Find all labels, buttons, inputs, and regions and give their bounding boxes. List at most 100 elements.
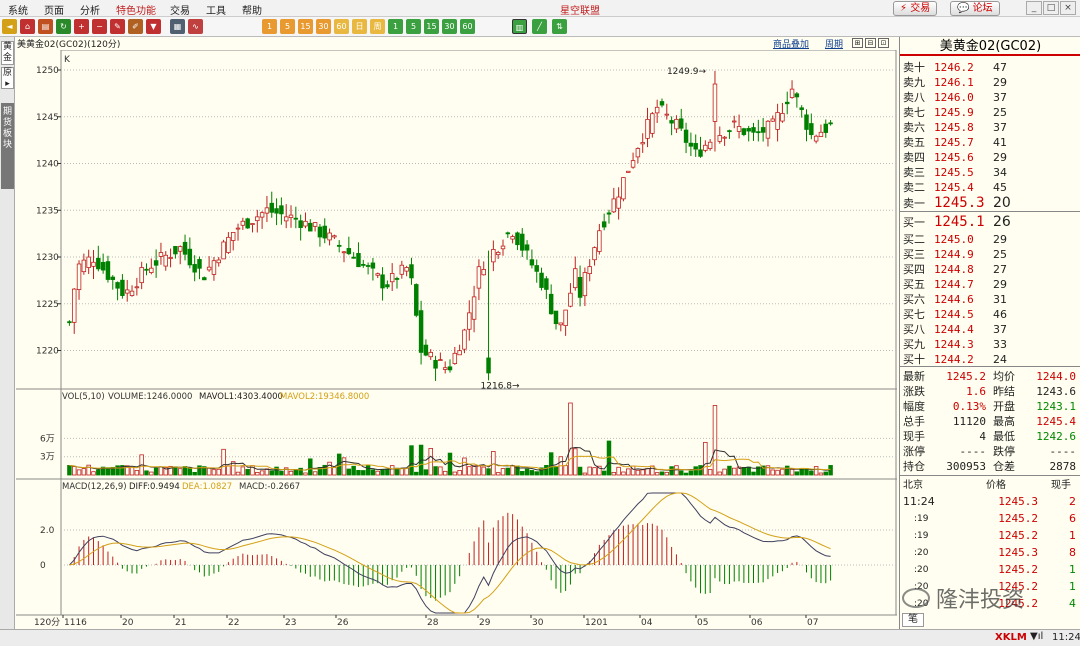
minimize-button[interactable]: _ [1026, 1, 1042, 15]
side-tab-gold[interactable]: 黄金 [1, 41, 14, 65]
tick-qty: 8 [1069, 546, 1076, 559]
ask-row[interactable]: 卖二 1245.4 45 [900, 180, 1080, 195]
zoom-in-icon[interactable]: + [74, 19, 89, 34]
bid-row[interactable]: 买八 1244.4 37 [900, 322, 1080, 337]
overlay-link[interactable]: 商品叠加 [773, 37, 809, 50]
candle-icon[interactable]: ▥ [512, 19, 527, 34]
bid-row[interactable]: 买五 1244.7 29 [900, 277, 1080, 292]
ask-row[interactable]: 卖一 1245.3 20 [900, 196, 1080, 211]
period-button-1[interactable]: 5 [280, 19, 295, 34]
ask-row[interactable]: 卖三 1245.5 34 [900, 165, 1080, 180]
candle-body [780, 113, 785, 122]
menu-help[interactable]: 帮助 [242, 2, 262, 17]
trade-button[interactable]: ⚡ 交易 [893, 1, 938, 16]
tick-row: :19 1245.2 1 [900, 528, 1080, 544]
ask-row[interactable]: 卖十 1246.2 47 [900, 60, 1080, 75]
candle-body [809, 123, 814, 136]
scale-icon[interactable]: ⇅ [552, 19, 567, 34]
forum-button[interactable]: 💬 论坛 [950, 1, 1000, 16]
green-period-60-icon[interactable]: 60 [460, 19, 475, 34]
period-button-0[interactable]: 1 [262, 19, 277, 34]
menu-trade[interactable]: 交易 [170, 2, 190, 17]
home-icon[interactable]: ⌂ [20, 19, 35, 34]
chart-area[interactable]: 1250 1245 1240 1235 1230 1225 1220 K 1249.9→ 1216… [16, 50, 897, 629]
bid-row[interactable]: 买三 1244.9 25 [900, 247, 1080, 262]
green-period-15-icon[interactable]: 15 [424, 19, 439, 34]
dea-line [69, 492, 831, 614]
menu-system[interactable]: 系统 [8, 2, 28, 17]
stat-value: 1245.4 [1036, 415, 1076, 428]
ask-row[interactable]: 卖七 1245.9 25 [900, 105, 1080, 120]
candle-body [568, 292, 573, 307]
ask-row[interactable]: 卖四 1245.6 29 [900, 150, 1080, 165]
pen-icon[interactable]: ✐ [128, 19, 143, 34]
period-link[interactable]: 周期 [825, 37, 843, 50]
bid-row[interactable]: 买一 1245.1 26 [900, 215, 1080, 230]
candle-body [534, 265, 539, 272]
volume-bar [751, 471, 756, 476]
ask-row[interactable]: 卖五 1245.7 41 [900, 135, 1080, 150]
stat-value: 1.6 [966, 385, 986, 398]
draw-icon[interactable]: ✎ [110, 19, 125, 34]
candle-body [120, 279, 125, 296]
bid-row[interactable]: 买六 1244.6 31 [900, 292, 1080, 307]
back-icon[interactable]: ◄ [2, 19, 17, 34]
layout-icon-1[interactable]: ⊞ [852, 38, 863, 48]
bid-row[interactable]: 买七 1244.5 46 [900, 307, 1080, 322]
period-button-3[interactable]: 30 [316, 19, 331, 34]
price-axis-label: 1220 [36, 347, 59, 357]
book-price: 1245.6 [934, 151, 974, 164]
line-icon[interactable]: ╱ [532, 19, 547, 34]
volume-bar [770, 469, 776, 476]
ask-row[interactable]: 卖九 1246.1 29 [900, 75, 1080, 90]
book-volume: 25 [993, 106, 1007, 119]
candle-body [563, 309, 568, 326]
bid-row[interactable]: 买四 1244.8 27 [900, 262, 1080, 277]
zoom-out-icon[interactable]: − [92, 19, 107, 34]
ask-row[interactable]: 卖八 1246.0 37 [900, 90, 1080, 105]
bid-row[interactable]: 买二 1245.0 29 [900, 232, 1080, 247]
news-icon[interactable]: ▤ [38, 19, 53, 34]
menu-analysis[interactable]: 分析 [80, 2, 100, 17]
volume-bar [587, 466, 592, 476]
green-period-1-icon[interactable]: 1 [388, 19, 403, 34]
ask-row[interactable]: 卖六 1245.8 37 [900, 120, 1080, 135]
green-period-5-icon[interactable]: 5 [406, 19, 421, 34]
layout-icon-3[interactable]: ⊡ [878, 38, 889, 48]
bid-row[interactable]: 买十 1244.2 24 [900, 352, 1080, 367]
period-button-2[interactable]: 15 [298, 19, 313, 34]
side-tab-yuan[interactable]: 原 ▸ [1, 67, 14, 89]
book-label: 卖六 [903, 121, 925, 134]
high-annotation: 1249.9→ [667, 67, 706, 77]
volume-bar [409, 445, 414, 476]
macd-legend-prefix: MACD(12,26,9) [62, 482, 127, 492]
grid-icon[interactable]: ▦ [170, 19, 185, 34]
candle-body [346, 248, 352, 255]
quote-title: 美黄金02(GC02) [900, 37, 1080, 56]
menu-features[interactable]: 特色功能 [116, 2, 156, 17]
maximize-button[interactable]: □ [1043, 1, 1059, 15]
layout-icon-2[interactable]: ⊟ [865, 38, 876, 48]
stat-value: 2878 [1049, 460, 1077, 473]
period-button-6[interactable]: 周 [370, 19, 385, 34]
refresh-icon[interactable]: ↻ [56, 19, 71, 34]
indicator-icon[interactable]: ∿ [188, 19, 203, 34]
candle-body [732, 120, 737, 123]
bid-row[interactable]: 买九 1244.3 33 [900, 337, 1080, 352]
menu-page[interactable]: 页面 [44, 2, 64, 17]
book-label: 买五 [903, 278, 925, 291]
close-button[interactable]: × [1060, 1, 1076, 15]
tab-ticks[interactable]: 笔 [902, 613, 924, 627]
candle-body [327, 232, 332, 241]
period-button-5[interactable]: 日 [352, 19, 367, 34]
period-button-4[interactable]: 60 [334, 19, 349, 34]
book-volume: 37 [993, 323, 1007, 336]
filter-icon[interactable]: ▼ [146, 19, 161, 34]
stat-row: 涨停 ---- 跌停 ---- [900, 444, 1080, 459]
green-period-30-icon[interactable]: 30 [442, 19, 457, 34]
book-label: 买七 [903, 308, 925, 321]
candle-body [341, 251, 347, 254]
menu-tools[interactable]: 工具 [206, 2, 226, 17]
side-tab-futures[interactable]: 期货板块 [1, 103, 14, 189]
candle-body [611, 198, 617, 213]
